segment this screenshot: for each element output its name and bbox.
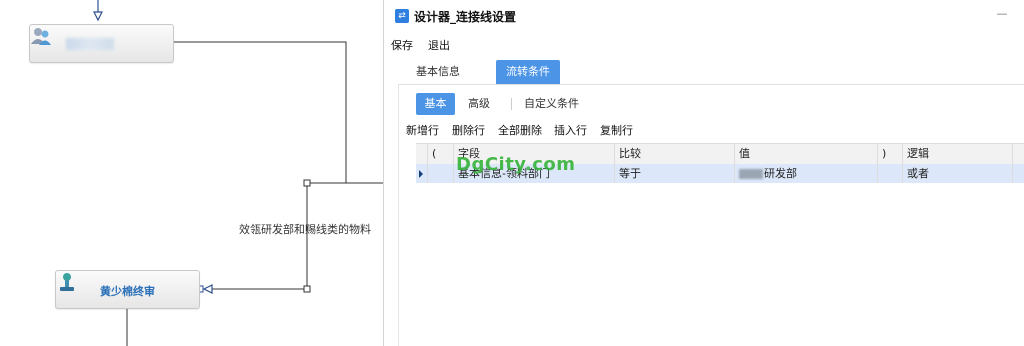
cell-value-text: 研发部	[764, 167, 797, 180]
minimize-button[interactable]: —	[992, 5, 1012, 23]
header-compare[interactable]: 比较	[615, 144, 735, 164]
workflow-canvas[interactable]: 效瓴研发部和赐线类的物料 黄少棉终审	[0, 0, 383, 346]
subtab-custom-condition[interactable]: 自定义条件	[524, 93, 579, 115]
cell-open-paren[interactable]	[428, 164, 454, 183]
subtab-advanced[interactable]: 高级	[468, 93, 490, 115]
workflow-node-final-review[interactable]: 黄少棉终审	[55, 270, 200, 309]
header-logic[interactable]: 逻辑	[903, 144, 1013, 164]
menu-bar: 保存 退出	[384, 32, 1024, 56]
delete-row-button[interactable]: 删除行	[452, 122, 485, 138]
cell-close-paren[interactable]	[878, 164, 903, 183]
users-icon	[31, 28, 51, 45]
menu-exit[interactable]: 退出	[428, 37, 450, 53]
row-indicator	[416, 164, 428, 183]
flow-conditions-panel: 基本 高级 自定义条件 新增行 删除行 全部删除 插入行 复制行 ( 字段 比较…	[398, 85, 1024, 346]
connector-label[interactable]: 效瓴研发部和赐线类的物料	[239, 221, 371, 237]
row-pointer-icon	[419, 170, 423, 178]
tab-flow-conditions[interactable]: 流转条件	[496, 60, 560, 84]
dialog-title: 设计器_连接线设置	[414, 10, 517, 24]
subtab-basic[interactable]: 基本	[416, 93, 455, 115]
cell-logic[interactable]: 或者	[903, 164, 1013, 183]
bottom-node-label: 黄少棉终审	[100, 285, 155, 298]
grid-toolbar: 新增行 删除行 全部删除 插入行 复制行	[406, 122, 1006, 140]
cell-value[interactable]: 研发部	[735, 164, 878, 183]
header-close-paren[interactable]: )	[878, 144, 903, 164]
watermark: DgCity.com	[456, 154, 576, 175]
header-indicator	[416, 144, 428, 164]
subtab-strip: 基本 高级 自定义条件	[416, 93, 1016, 115]
blurred-name	[66, 38, 114, 50]
header-open-paren[interactable]: (	[428, 144, 454, 164]
tab-strip: 基本信息 流转条件	[398, 60, 1024, 85]
delete-all-button[interactable]: 全部删除	[498, 122, 542, 138]
insert-row-button[interactable]: 插入行	[554, 122, 587, 138]
subtab-divider	[511, 98, 512, 110]
app-icon: ⇄	[395, 9, 409, 23]
user-stamp-icon	[60, 273, 74, 291]
add-row-button[interactable]: 新增行	[406, 122, 439, 138]
workflow-node-top[interactable]	[29, 24, 174, 63]
title-bar[interactable]: ⇄ 设计器_连接线设置 —	[384, 0, 1024, 32]
blurred-text	[739, 169, 763, 179]
tab-basic-info[interactable]: 基本信息	[406, 60, 470, 84]
menu-save[interactable]: 保存	[391, 37, 413, 53]
header-value[interactable]: 值	[735, 144, 878, 164]
copy-row-button[interactable]: 复制行	[600, 122, 633, 138]
cell-compare[interactable]: 等于	[615, 164, 735, 183]
